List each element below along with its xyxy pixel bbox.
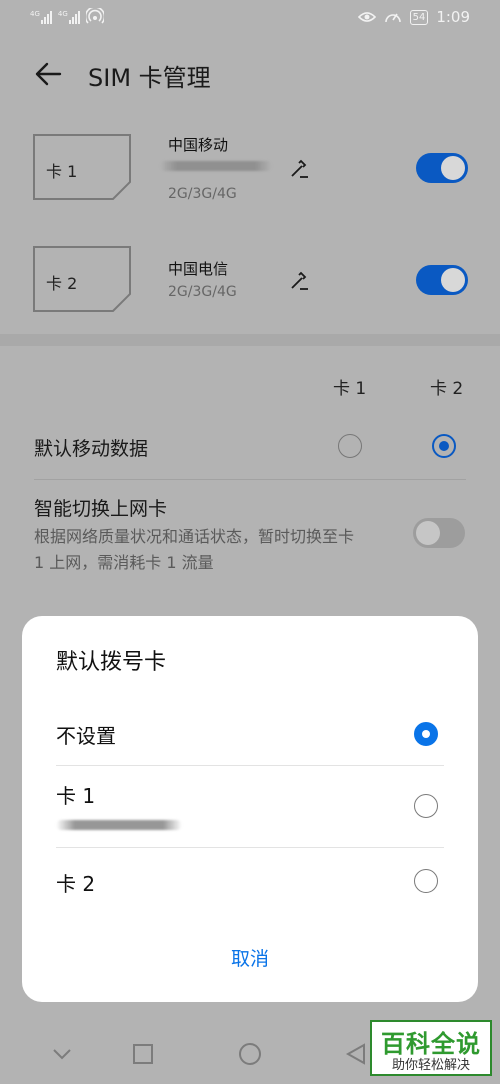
network-type-1: 4G [30,10,40,18]
smart-switch-description: 根据网络质量状况和通话状态，暂时切换至卡 1 上网，需消耗卡 1 流量 [34,527,355,572]
battery-icon: 54 [409,9,429,25]
smart-switch-row: 智能切换上网卡 根据网络质量状况和通话状态，暂时切换至卡 1 上网，需消耗卡 1… [0,488,500,580]
nav-recents-icon[interactable] [131,1042,155,1066]
column-header-card2: 卡 2 [430,379,464,399]
cancel-button[interactable]: 取消 [22,944,478,971]
network-types-2: 2G/3G/4G [168,284,237,300]
smart-switch-label: 智能切换上网卡 [34,498,168,520]
back-arrow-icon [35,62,62,86]
signal-icon-2: 4G [58,10,80,24]
dialog-option-card2[interactable]: 卡 2 [22,848,478,914]
option-none-radio[interactable] [414,722,438,746]
section-divider [0,334,500,346]
column-header-card1: 卡 1 [333,379,367,399]
option-label: 卡 1 [56,784,96,808]
dialog-option-none[interactable]: 不设置 [22,704,478,764]
sim-card-label-1: 卡 1 [46,162,78,181]
signal-icon-1: 4G [30,10,52,24]
nav-home-icon[interactable] [238,1042,262,1066]
sim-card-row-2: 卡 2 中国电信 2G/3G/4G [0,232,500,332]
dialog-title: 默认拨号卡 [56,650,167,675]
sim-card-1-toggle[interactable] [416,153,468,183]
edit-icon[interactable] [288,270,312,294]
sim-card-label-2: 卡 2 [46,274,78,293]
option-label: 不设置 [56,724,116,748]
status-right: 54 1:09 [357,8,470,26]
nav-back-icon[interactable] [50,1042,74,1066]
option-card2-radio[interactable] [414,869,438,893]
dialog-option-card1[interactable]: 卡 1 [22,766,478,846]
nav-triangle-icon[interactable] [344,1042,368,1066]
carrier-name-2: 中国电信 [168,260,229,278]
default-data-label: 默认移动数据 [34,438,149,460]
default-dial-card-dialog: 默认拨号卡 不设置 卡 1 卡 2 取消 [22,616,478,1002]
row-divider [34,479,466,480]
card1-number-redacted [56,820,182,830]
status-bar: 4G 4G 54 1:09 [0,0,500,36]
watermark-subtitle: 助你轻松解决 [391,1058,470,1073]
default-data-row: 默认移动数据 [0,420,500,476]
network-type-2: 4G [57,10,68,18]
speedometer-icon [384,13,401,23]
edit-icon[interactable] [288,158,312,182]
default-data-card1-radio[interactable] [338,434,362,458]
eye-comfort-icon [357,12,376,22]
sim-card-2-toggle[interactable] [416,265,468,295]
option-label: 卡 2 [56,872,96,896]
network-types-1: 2G/3G/4G [168,186,237,202]
page-title: SIM 卡管理 [88,64,211,92]
smart-switch-toggle[interactable] [413,518,465,548]
status-left: 4G 4G [30,8,104,24]
watermark-logo: 百科全说 助你轻松解决 [370,1020,492,1076]
phone-number-redacted-1 [160,161,272,171]
hotspot-icon [85,8,104,24]
option-card1-radio[interactable] [414,794,438,818]
sim-card-row-1: 卡 1 中国移动 2G/3G/4G [0,120,500,220]
default-data-card2-radio[interactable] [432,434,456,458]
back-button[interactable] [30,56,66,92]
carrier-name-1: 中国移动 [168,136,229,154]
clock: 1:09 [436,8,470,26]
